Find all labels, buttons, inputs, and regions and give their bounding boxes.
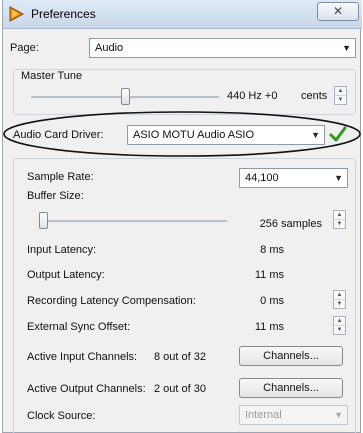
master-tune-slider-thumb[interactable]	[120, 88, 130, 105]
active-output-label: Active Output Channels:	[27, 383, 146, 395]
sample-rate-label: Sample Rate:	[27, 171, 94, 183]
spin-down-icon[interactable]: ▼	[334, 220, 345, 228]
active-output-value: 2 out of 30	[154, 383, 206, 395]
window-title: Preferences	[31, 7, 96, 21]
app-icon	[9, 6, 24, 22]
chevron-down-icon: ▼	[334, 173, 343, 183]
buffer-size-label: Buffer Size:	[27, 190, 84, 202]
spin-down-icon[interactable]: ▼	[334, 300, 345, 308]
input-latency-label: Input Latency:	[27, 244, 97, 256]
spin-up-icon[interactable]: ▲	[334, 317, 345, 326]
external-sync-label: External Sync Offset:	[27, 321, 131, 333]
input-latency-value: 8 ms	[260, 244, 284, 256]
page-dropdown[interactable]: Audio ▼	[89, 38, 356, 58]
active-input-label: Active Input Channels:	[27, 351, 138, 363]
close-button[interactable]: ✕	[317, 2, 359, 21]
sample-rate-value: 44,100	[245, 172, 279, 184]
buffer-size-value: 256 samples	[259, 218, 322, 230]
external-sync-spinner[interactable]: ▲ ▼	[333, 316, 346, 335]
sample-rate-dropdown[interactable]: 44,100 ▼	[239, 168, 348, 188]
spin-up-icon[interactable]: ▲	[334, 211, 345, 220]
page-dropdown-value: Audio	[95, 42, 124, 54]
clock-source-dropdown[interactable]: Internal ▼	[239, 405, 348, 425]
preferences-window: Preferences ✕ Page: Audio ▼ Master Tune …	[2, 0, 362, 433]
recording-compensation-spinner[interactable]: ▲ ▼	[333, 290, 346, 309]
master-tune-spinner[interactable]: ▲ ▼	[334, 86, 347, 105]
buffer-size-track	[39, 220, 227, 223]
output-channels-button[interactable]: Channels...	[239, 378, 343, 398]
active-input-value: 8 out of 32	[154, 351, 206, 363]
close-icon: ✕	[332, 4, 344, 18]
highlight-ellipse	[3, 111, 361, 157]
clock-source-label: Clock Source:	[27, 410, 96, 422]
chevron-down-icon: ▼	[334, 410, 343, 420]
spin-down-icon[interactable]: ▼	[334, 326, 345, 334]
spin-up-icon[interactable]: ▲	[334, 291, 345, 300]
recording-compensation-value: 0 ms	[260, 295, 284, 307]
master-tune-value: 440 Hz +0	[227, 90, 278, 102]
input-channels-button[interactable]: Channels...	[239, 346, 343, 366]
output-latency-label: Output Latency:	[27, 269, 105, 281]
title-bar[interactable]: Preferences ✕	[3, 0, 362, 29]
master-tune-title: Master Tune	[19, 70, 85, 82]
buffer-size-slider-thumb[interactable]	[39, 212, 48, 229]
chevron-down-icon: ▼	[342, 43, 351, 53]
external-sync-value: 11 ms	[254, 321, 284, 333]
spin-up-icon[interactable]: ▲	[335, 87, 346, 96]
recording-compensation-label: Recording Latency Compensation:	[27, 295, 196, 307]
master-tune-unit: cents	[301, 90, 328, 102]
spin-down-icon[interactable]: ▼	[335, 96, 346, 104]
output-latency-value: 11 ms	[254, 269, 284, 281]
page-label: Page:	[10, 42, 39, 54]
buffer-size-spinner[interactable]: ▲ ▼	[333, 210, 346, 229]
clock-source-value: Internal	[245, 409, 282, 421]
